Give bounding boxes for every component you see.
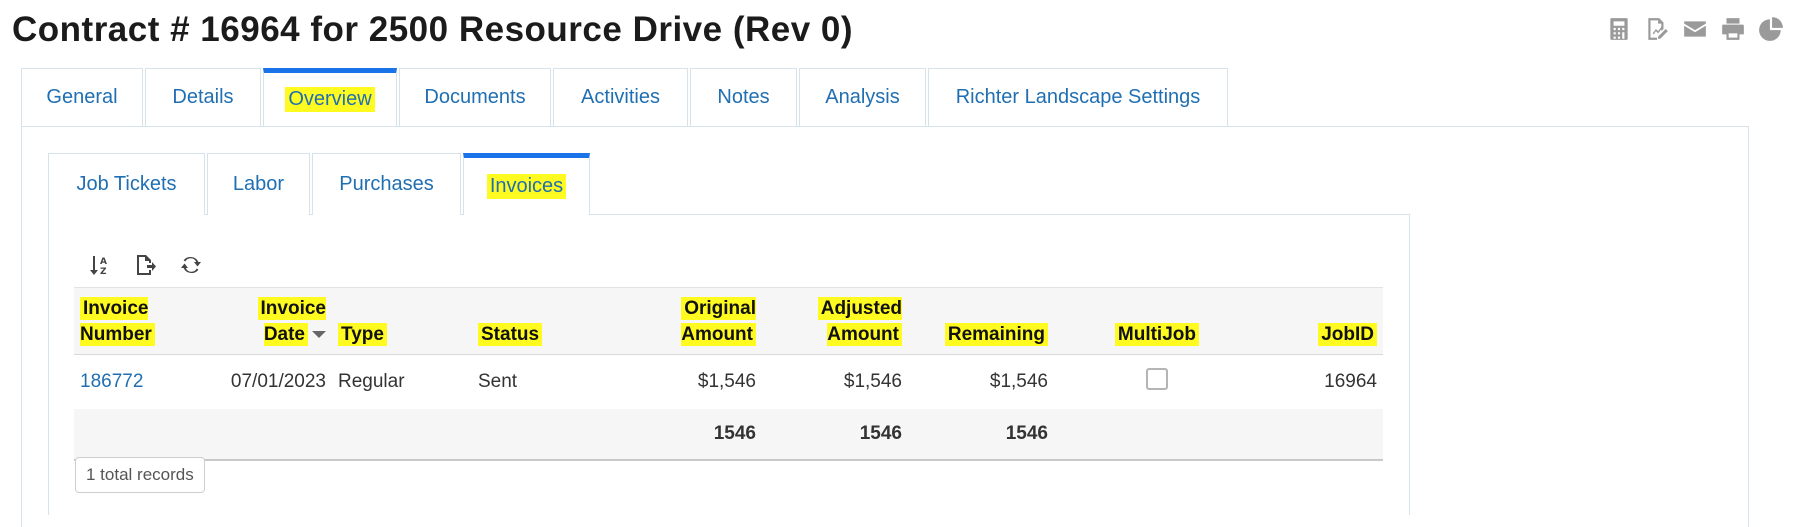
adjusted-amount-cell: $1,546 [843, 371, 902, 392]
grid-toolbar: AZ [86, 252, 204, 278]
record-count: 1 total records [75, 457, 205, 493]
table-row: 186772 07/01/2023 Regular Sent $1,546 $1… [74, 355, 1383, 410]
status-cell: Sent [478, 371, 518, 392]
col-status[interactable]: Status [472, 287, 622, 355]
sort-az-icon[interactable]: AZ [86, 252, 112, 278]
tab-general[interactable]: General [21, 68, 143, 126]
refresh-icon[interactable] [178, 252, 204, 278]
original-amount-cell: $1,546 [697, 371, 756, 392]
tab-richter-landscape-settings[interactable]: Richter Landscape Settings [928, 68, 1228, 126]
pie-chart-icon[interactable] [1756, 14, 1786, 44]
adjusted-amount-total: 1546 [762, 409, 908, 461]
col-original-amount[interactable]: Original Amount [622, 287, 762, 355]
tab-activities[interactable]: Activities [553, 68, 688, 126]
col-multijob[interactable]: MultiJob [1054, 287, 1205, 355]
edit-document-icon[interactable] [1642, 14, 1672, 44]
original-amount-total: 1546 [622, 409, 762, 461]
sort-desc-icon [312, 331, 326, 339]
col-invoice-number[interactable]: Invoice Number [74, 287, 208, 355]
col-remaining[interactable]: Remaining [908, 287, 1054, 355]
printer-icon[interactable] [1718, 14, 1748, 44]
type-cell: Regular [338, 371, 405, 392]
tab-overview[interactable]: Overview [263, 68, 397, 126]
tab-invoices[interactable]: Invoices [463, 153, 590, 215]
tab-purchases[interactable]: Purchases [312, 153, 461, 215]
col-jobid[interactable]: JobID [1205, 287, 1383, 355]
tab-job-tickets[interactable]: Job Tickets [48, 153, 205, 215]
invoice-number-link[interactable]: 186772 [80, 371, 143, 392]
svg-text:Z: Z [100, 267, 107, 277]
col-invoice-date[interactable]: Invoice Date [208, 287, 332, 355]
header-actions [1604, 14, 1786, 44]
tab-labor[interactable]: Labor [207, 153, 310, 215]
tab-analysis[interactable]: Analysis [799, 68, 926, 126]
envelope-icon[interactable] [1680, 14, 1710, 44]
table-header-row: Invoice Number Invoice Date Type Status O… [74, 287, 1383, 355]
svg-text:A: A [100, 257, 107, 267]
remaining-total: 1546 [908, 409, 1054, 461]
page-title: Contract # 16964 for 2500 Resource Drive… [12, 10, 854, 49]
tab-notes[interactable]: Notes [690, 68, 797, 126]
multijob-checkbox[interactable] [1145, 368, 1168, 390]
outer-tab-bar: General Details Overview Documents Activ… [21, 68, 1230, 126]
invoices-table: Invoice Number Invoice Date Type Status O… [74, 287, 1383, 461]
col-type[interactable]: Type [332, 287, 472, 355]
export-icon[interactable] [132, 252, 158, 278]
inner-tab-bar: Job Tickets Labor Purchases Invoices [48, 153, 592, 215]
totals-row: 1546 1546 1546 [74, 409, 1383, 461]
calculator-icon[interactable] [1604, 14, 1634, 44]
invoice-date-cell: 07/01/2023 [230, 371, 326, 392]
jobid-cell: 16964 [1324, 371, 1377, 392]
col-adjusted-amount[interactable]: Adjusted Amount [762, 287, 908, 355]
tab-documents[interactable]: Documents [399, 68, 551, 126]
tab-details[interactable]: Details [145, 68, 261, 126]
remaining-cell: $1,546 [989, 371, 1048, 392]
